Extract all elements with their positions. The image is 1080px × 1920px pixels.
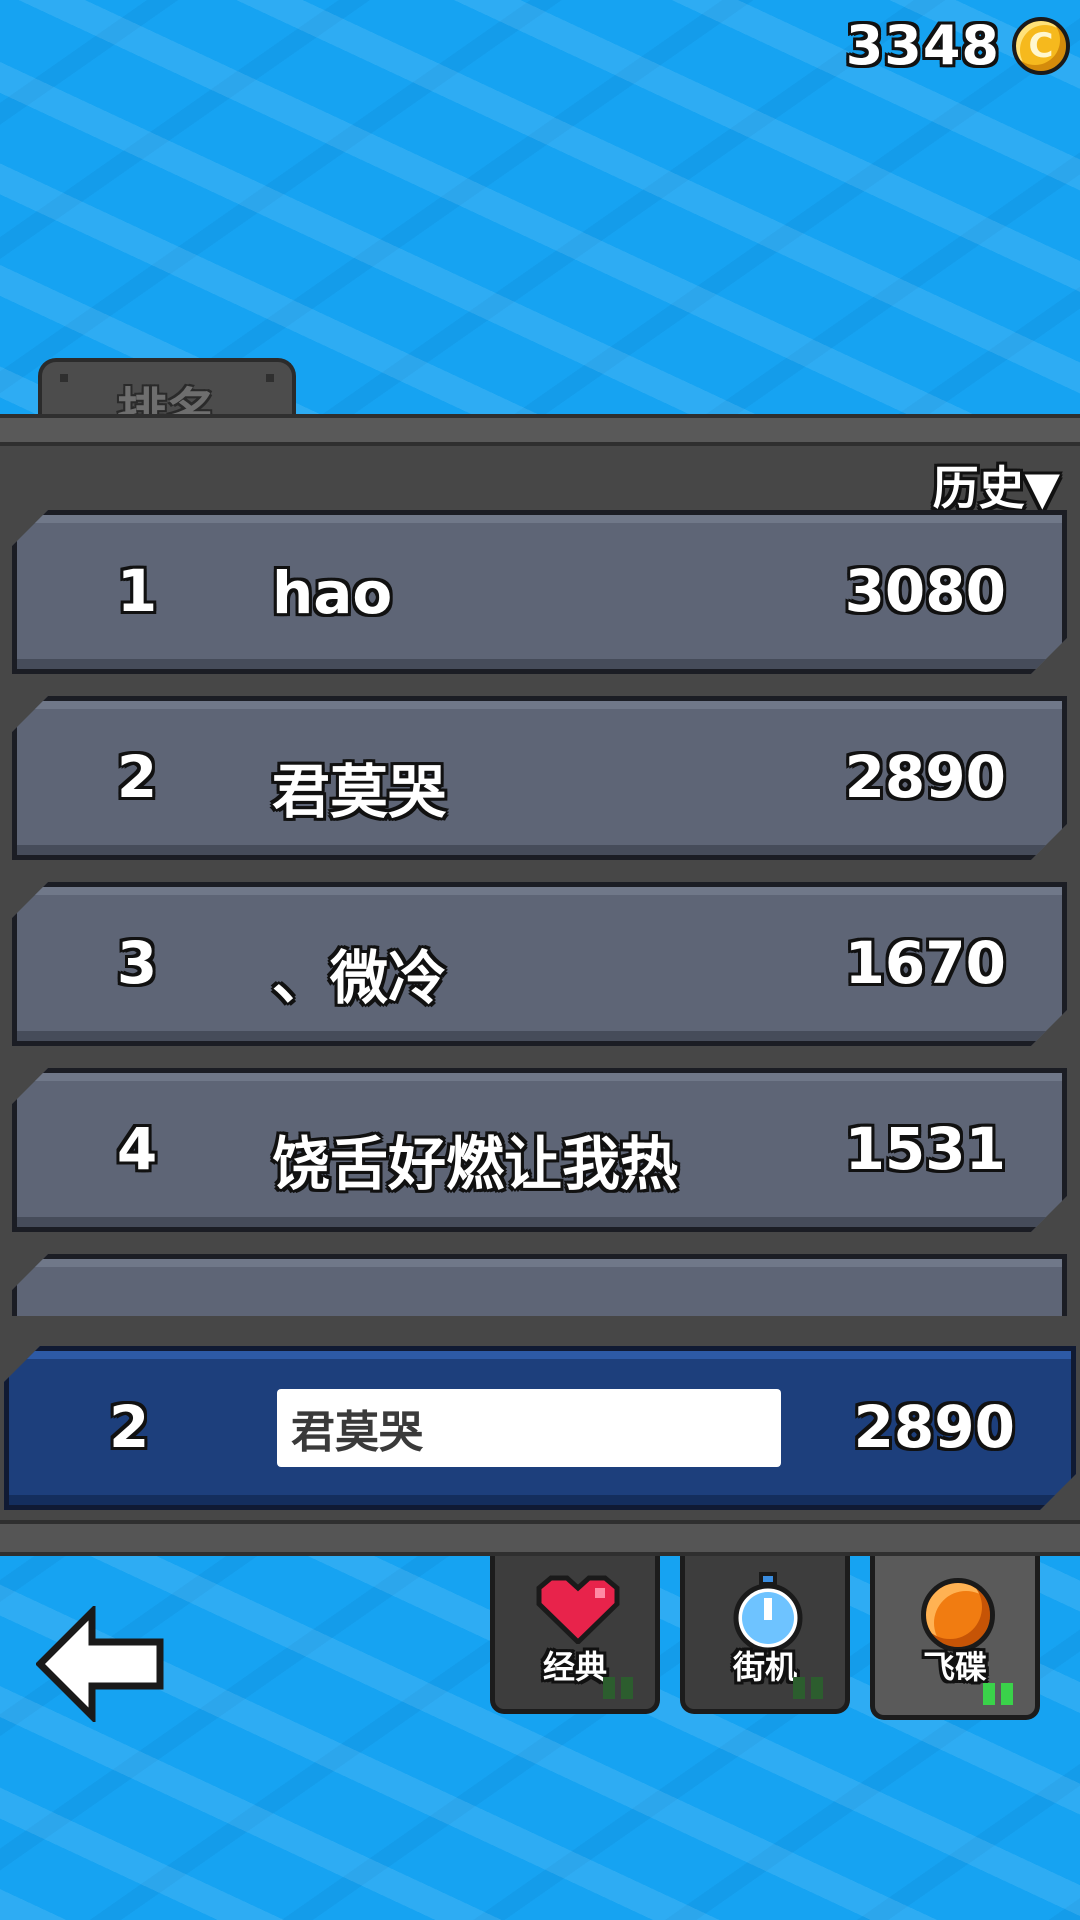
history-filter-label: 历史▼ [932, 461, 1060, 515]
my-rank: 2 [109, 1393, 150, 1461]
mode-pips [983, 1683, 1013, 1705]
disc-icon [921, 1578, 995, 1652]
coin-count: 3348 [845, 14, 1000, 77]
leaderboard-row: 3 、微冷 1670 [12, 882, 1067, 1046]
mode-tab-disc-label: 飞碟 [922, 1648, 987, 1686]
history-filter-dropdown[interactable]: 历史▼ [933, 452, 1060, 518]
mode-pips [793, 1677, 823, 1699]
row-rank: 4 [116, 1115, 158, 1183]
row-score: 3080 [844, 557, 1006, 625]
leaderboard-list[interactable]: 1 hao 3080 2 君莫哭 2890 3 、微冷 1670 4 饶舌好燃让… [0, 510, 1080, 1316]
row-score: 1531 [844, 1115, 1006, 1183]
my-name-field[interactable] [277, 1389, 781, 1467]
mode-tab-classic[interactable]: 经典 [490, 1556, 660, 1714]
panel-bottom-rail [0, 1520, 1080, 1556]
panel-top-rail [0, 414, 1080, 446]
row-name: 饶舌好燃让我热 [272, 1130, 679, 1198]
row-rank: 1 [116, 557, 158, 625]
mode-tab-disc[interactable]: 飞碟 [870, 1556, 1040, 1720]
mode-pips [603, 1677, 633, 1699]
row-name: 、微冷 [272, 944, 447, 1012]
my-score: 2890 [853, 1393, 1015, 1461]
row-rank: 2 [116, 743, 158, 811]
coin-icon: C [1012, 16, 1070, 75]
coin-counter: 3348 C [846, 14, 1070, 77]
leaderboard-row: 4 饶舌好燃让我热 1531 [12, 1068, 1067, 1232]
mode-tab-arcade[interactable]: 街机 [680, 1556, 850, 1714]
row-name: 君莫哭 [272, 758, 447, 826]
leaderboard-row: 1 hao 3080 [12, 510, 1067, 674]
row-score: 1670 [844, 929, 1006, 997]
back-arrow-icon[interactable] [36, 1606, 166, 1722]
row-rank: 3 [116, 929, 158, 997]
row-score: 2890 [844, 743, 1006, 811]
leaderboard-row-partial [12, 1254, 1067, 1316]
heart-icon [536, 1575, 620, 1644]
my-rank-row: 2 2890 [4, 1346, 1076, 1510]
leaderboard-row: 2 君莫哭 2890 [12, 696, 1067, 860]
row-name: hao [272, 559, 393, 627]
